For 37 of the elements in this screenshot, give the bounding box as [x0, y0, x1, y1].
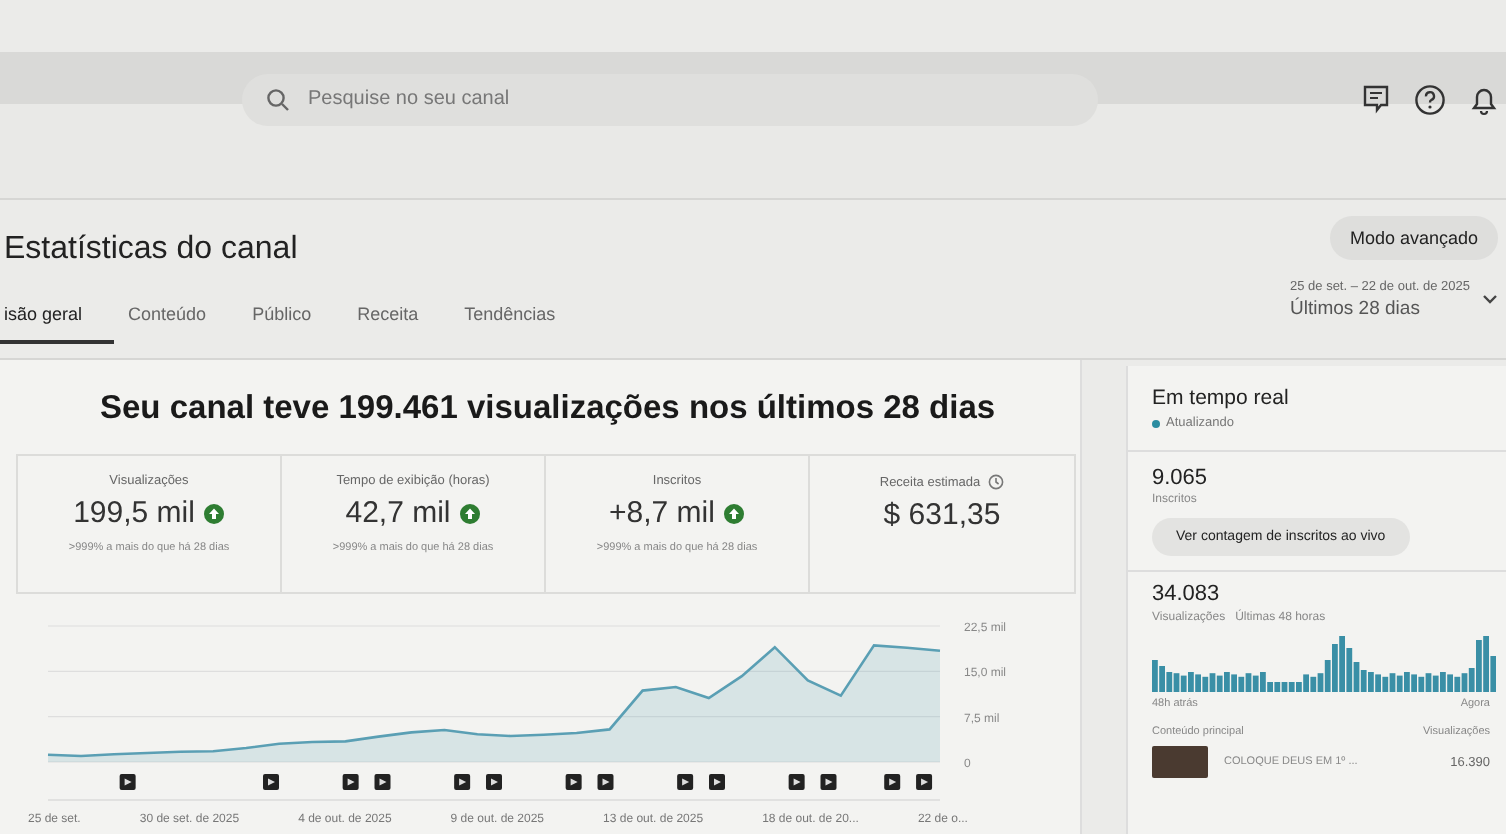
- tab[interactable]: Público: [248, 292, 344, 344]
- realtime-title: Em tempo real: [1152, 386, 1291, 410]
- metric-value: $ 631,35: [883, 498, 1001, 532]
- video-marker-icon[interactable]: [820, 774, 837, 790]
- feedback-icon[interactable]: [1362, 84, 1390, 114]
- video-marker-icon[interactable]: [597, 774, 614, 790]
- metric-value: 199,5 mil: [73, 496, 195, 530]
- video-marker-icon[interactable]: [916, 774, 933, 790]
- video-marker-icon[interactable]: [119, 774, 136, 790]
- page-title: Estatísticas do canal: [4, 232, 300, 268]
- search-field[interactable]: Pesquise no seu canal: [242, 73, 1098, 125]
- live-status-dot: [1152, 419, 1160, 427]
- tab[interactable]: Receita: [353, 292, 451, 344]
- views-count: 34.083: [1152, 582, 1222, 606]
- advanced-mode-button[interactable]: Modo avançado: [1329, 216, 1498, 260]
- chevron-down-icon: [1482, 294, 1498, 306]
- tab[interactable]: Tendências: [460, 292, 588, 344]
- video-marker-icon[interactable]: [454, 774, 471, 790]
- video-marker-icon[interactable]: [565, 774, 582, 790]
- metric-value: +8,7 mil: [609, 496, 715, 530]
- metric-value: 42,7 mil: [345, 496, 451, 530]
- views-headline: Seu canal teve 199.461 visualizações nos últimos 28 dias: [100, 390, 998, 428]
- video-marker-icon[interactable]: [342, 774, 359, 790]
- video-marker-icon[interactable]: [374, 774, 391, 790]
- search-icon: [266, 87, 290, 111]
- help-icon[interactable]: [1414, 83, 1446, 115]
- video-marker-icon[interactable]: [788, 774, 805, 790]
- tab[interactable]: isão geral: [0, 292, 115, 344]
- video-marker-icon[interactable]: [263, 774, 279, 790]
- tab[interactable]: Conteúdo: [124, 292, 239, 344]
- notifications-icon[interactable]: [1470, 83, 1498, 115]
- video-marker-icon[interactable]: [486, 774, 502, 790]
- video-thumbnail-placeholder: [1152, 746, 1208, 778]
- video-marker-icon[interactable]: [677, 774, 694, 790]
- video-marker-icon[interactable]: [884, 774, 901, 790]
- video-marker-icon[interactable]: [709, 774, 725, 790]
- subscriber-count: 9.065: [1152, 466, 1210, 490]
